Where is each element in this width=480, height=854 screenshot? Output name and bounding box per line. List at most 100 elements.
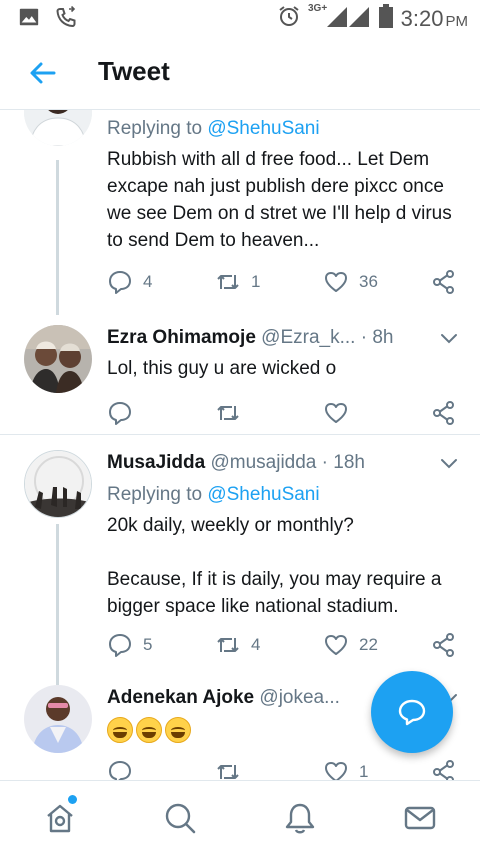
like-icon [325,272,347,292]
status-bar: 3G+ 3:20 PM [0,0,480,36]
reply-button[interactable]: 5 [107,632,152,658]
home-tab[interactable] [43,801,77,835]
user-handle[interactable]: @Ezra_k... [261,327,355,348]
back-arrow-icon[interactable] [28,58,58,88]
like-count: 1 [359,762,369,780]
bottom-navigation [0,780,480,854]
notifications-icon [285,803,315,834]
share-icon [433,401,454,425]
reply-button[interactable] [107,400,143,426]
tweet-body: MusaJidda @musajidda · 18h Replying to @… [107,450,460,620]
mention-link[interactable]: @ShehuSani [207,484,319,505]
tweet-divider [0,434,480,435]
reply-count: 4 [143,272,153,291]
gallery-icon [18,6,40,35]
grinning-emoji-icon [165,717,191,743]
chevron-down-icon[interactable] [440,329,458,347]
share-button[interactable] [431,632,457,658]
tweet-header: Ezra Ohimamoje @Ezra_k... · 8h [107,325,460,351]
tweet-actions [107,400,457,430]
share-icon [433,633,454,657]
notifications-tab[interactable] [283,801,317,835]
tweet-actions: 4 1 36 [107,269,457,299]
like-count: 36 [359,272,378,291]
retweet-count: 4 [251,635,261,654]
thread-line [56,160,59,315]
reply-button[interactable] [107,759,143,780]
retweet-button[interactable] [215,759,251,780]
user-handle[interactable]: @jokea... [259,687,340,708]
tweet-body: Replying to @ShehuSani Rubbish with all … [107,116,460,254]
retweet-button[interactable] [215,400,251,426]
retweet-icon [217,638,239,652]
messages-tab[interactable] [403,801,437,835]
avatar[interactable] [24,325,92,393]
retweet-icon [217,765,239,779]
tweet-text: Rubbish with all d free food... Let Dem … [107,149,457,251]
share-button[interactable] [431,269,457,295]
tweet-text: Lol, this guy u are wicked o [107,358,337,379]
grinning-emoji-icon [136,717,162,743]
status-left-icons [18,5,78,35]
tweet-actions: 1 [107,759,457,780]
search-tab[interactable] [163,801,197,835]
status-right-icons: 3:20 PM [277,4,468,33]
reply-count: 5 [143,635,153,654]
reply-icon [109,271,131,294]
like-button[interactable] [323,400,359,426]
like-count: 22 [359,635,378,654]
page-title: Tweet [98,56,170,86]
replying-to: Replying to @ShehuSani [107,118,320,139]
user-handle[interactable]: @musajidda [210,452,316,473]
display-name[interactable]: MusaJidda [107,452,205,473]
retweet-count: 1 [251,272,261,291]
retweet-button[interactable]: 1 [215,269,260,295]
avatar[interactable] [24,685,92,753]
compose-reply-button[interactable] [371,671,453,753]
messages-icon [404,806,436,830]
avatar[interactable] [24,450,92,518]
like-icon [325,762,347,780]
tweet-time: · 18h [321,452,365,473]
like-button[interactable]: 22 [323,632,378,658]
battery-icon [378,4,393,33]
like-icon [325,403,347,423]
grinning-emoji-icon [107,717,133,743]
search-icon [165,803,196,834]
retweet-icon [217,275,239,289]
home-icon [47,804,73,833]
tweet-body: Ezra Ohimamoje @Ezra_k... · 8h Lol, this… [107,325,460,382]
retweet-button[interactable]: 4 [215,632,260,658]
tweet-text: 20k daily, weekly or monthly? Because, I… [107,515,442,617]
tweet[interactable]: Ezra Ohimamoje @Ezra_k... · 8h Lol, this… [0,315,480,435]
signal-icon [326,5,371,32]
retweet-icon [217,406,239,420]
share-icon [433,270,454,294]
tweet-time: · 8h [360,327,394,348]
thread-line [56,524,59,685]
compose-message-icon [398,699,426,726]
status-time: 3:20 PM [400,5,468,31]
like-button[interactable]: 36 [323,269,378,295]
alarm-icon [277,4,301,33]
reply-button[interactable]: 4 [107,269,152,295]
reply-icon [109,634,131,657]
replying-to: Replying to @ShehuSani [107,484,320,505]
unread-indicator [68,795,77,804]
like-button[interactable]: 1 [323,759,368,780]
phone-icon [54,5,78,35]
top-app-bar: Tweet [0,36,480,110]
avatar[interactable] [24,110,92,146]
share-button[interactable] [431,400,457,426]
tweet[interactable]: Replying to @ShehuSani Rubbish with all … [0,110,480,315]
like-icon [325,635,347,655]
reply-icon [109,402,131,425]
share-icon [433,760,454,780]
share-button[interactable] [431,759,457,780]
reply-icon [109,761,131,780]
chevron-down-icon[interactable] [440,454,458,472]
display-name[interactable]: Ezra Ohimamoje [107,327,256,348]
tweet-header: MusaJidda @musajidda · 18h [107,450,460,476]
mention-link[interactable]: @ShehuSani [207,118,319,139]
display-name[interactable]: Adenekan Ajoke [107,687,254,708]
